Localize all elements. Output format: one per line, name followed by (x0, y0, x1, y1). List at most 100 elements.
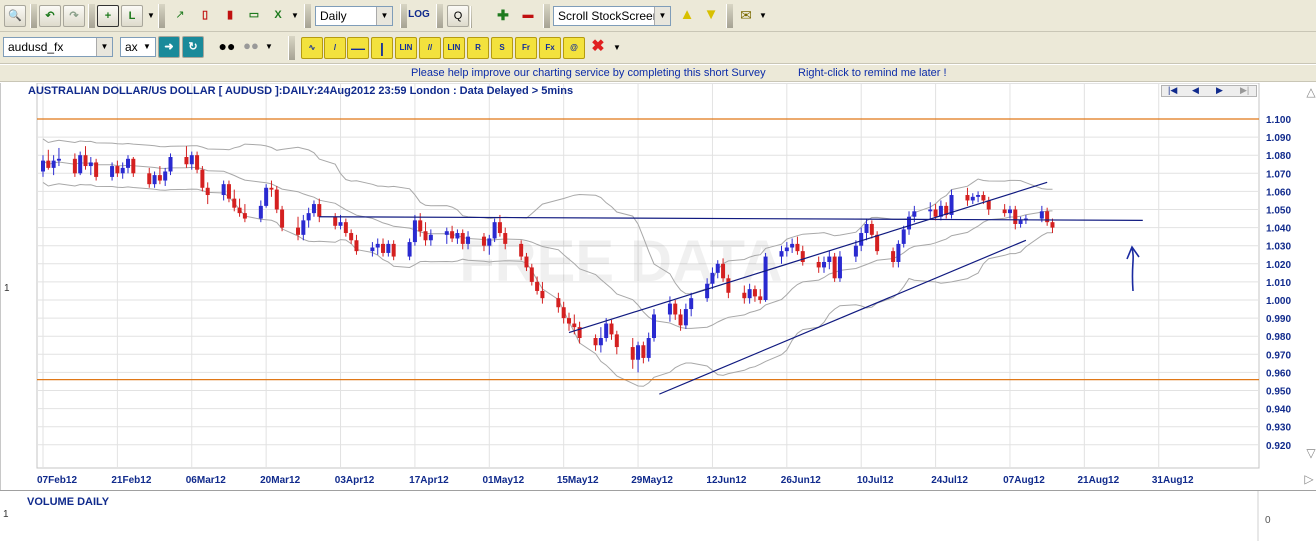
draw-freehand-icon[interactable]: ∿ (301, 37, 323, 59)
volume-panel[interactable]: VOLUME DAILY 1 0 (0, 490, 1316, 541)
candle-body (311, 204, 316, 214)
nav-first-icon[interactable]: |◀ (1168, 85, 1177, 96)
toolbar-grip[interactable] (436, 4, 443, 28)
add-chart-icon[interactable]: ✚ (492, 5, 514, 27)
draw-support-button[interactable]: S (491, 37, 513, 59)
arrow-down-icon[interactable]: ▼ (700, 5, 722, 27)
log-scale-label: LOG (408, 9, 430, 20)
volume-canvas (1257, 491, 1259, 541)
candle-body (317, 204, 322, 217)
draw-trendline-icon[interactable]: / (324, 37, 346, 59)
refresh-icon[interactable]: ↻ (182, 36, 204, 58)
draw-lin-label: LIN (399, 43, 413, 52)
heikin-ashi-icon[interactable]: ▭ (243, 5, 265, 27)
nav-prev-icon[interactable]: ◀ (1192, 85, 1199, 96)
nav-last-icon[interactable]: ▶| (1240, 85, 1249, 96)
line-chart-icon[interactable]: ↗ (169, 5, 191, 27)
candle-body (1050, 222, 1055, 228)
period-select[interactable]: Daily ▼ (315, 6, 393, 26)
survey-banner[interactable]: Please help improve our charting service… (0, 65, 1316, 82)
remove-chart-icon[interactable]: ▬ (517, 5, 539, 27)
candle-body (689, 298, 694, 310)
mail-icon[interactable]: ✉ (735, 5, 757, 27)
layout-dropdown-arrow[interactable]: ▼ (146, 5, 156, 27)
draw-horizontal-line-icon[interactable]: — (347, 37, 369, 59)
crosshair-icon[interactable]: + (97, 5, 119, 27)
candle-body (163, 171, 168, 181)
toolbar-grip[interactable] (400, 4, 407, 28)
svg-text:△: △ (1306, 85, 1316, 99)
candle-body (375, 243, 380, 248)
scroll-mode-value: Scroll StockScreen (558, 9, 660, 23)
chart-type-dropdown-arrow[interactable]: ▼ (290, 5, 300, 27)
zoom-magnifier-icon[interactable]: 🔍 (4, 5, 26, 27)
chart-left-marker: 1 (4, 283, 10, 294)
toolbar-grip[interactable] (726, 4, 733, 28)
x-tick-label: 07Aug12 (1003, 475, 1045, 486)
draw-fibonacci-extension-button[interactable]: Fx (539, 37, 561, 59)
right-scroll-arrows[interactable]: △ ▽ ▷ (1304, 85, 1316, 486)
draw-annotation-icon[interactable]: @ (563, 37, 585, 59)
draw-resistance-button[interactable]: R (467, 37, 489, 59)
toolbar-grip[interactable] (304, 4, 311, 28)
toolbar-grip[interactable] (30, 4, 37, 28)
y-tick-label: 0.960 (1266, 368, 1291, 379)
candle-body (264, 187, 269, 206)
symbol-input[interactable]: audusd_fx ▼ (3, 37, 113, 57)
draw-lin-channel-button[interactable]: LIN (443, 37, 465, 59)
arrow-up-icon[interactable]: ▲ (676, 5, 698, 27)
survey-message-link[interactable]: Please help improve our charting service… (411, 65, 766, 82)
toolbar-grip[interactable] (158, 4, 165, 28)
price-chart-canvas[interactable]: FREE DATA 1.1001.0901.0801.0701.0601.050… (1, 83, 1316, 490)
candlestick-icon[interactable]: ▮ (219, 5, 241, 27)
candle-body (1002, 209, 1007, 214)
candle-body (726, 278, 731, 293)
exchange-select[interactable]: ax ▼ (120, 37, 156, 57)
candle-body (875, 234, 880, 252)
redo-icon[interactable]: ↷ (63, 5, 85, 27)
undo-icon[interactable]: ↶ (39, 5, 61, 27)
draw-fibonacci-retracement-button[interactable]: Fr (515, 37, 537, 59)
toolbar-grip[interactable] (543, 4, 550, 28)
log-scale-button[interactable]: LOG (408, 5, 430, 27)
scroll-mode-select[interactable]: Scroll StockScreen ▼ (553, 6, 671, 26)
delete-drawings-icon[interactable]: ✖ (587, 37, 609, 59)
candle-body (986, 200, 991, 210)
y-tick-label: 0.920 (1266, 441, 1291, 452)
quote-icon[interactable]: Q (447, 5, 469, 27)
price-chart-panel[interactable]: FREE DATA 1.100 1.090 1.080 1.070 1.060 1.050… (0, 83, 1316, 490)
draw-parallel-lines-icon[interactable]: // (419, 37, 441, 59)
x-tick-label: 12Jun12 (706, 475, 746, 486)
candle-body (428, 234, 433, 241)
candle-body (195, 155, 200, 170)
candle-body (832, 256, 837, 279)
candle-body (232, 198, 237, 208)
x-tick-label: 10Jul12 (857, 475, 894, 486)
y-tick-label: 1.010 (1266, 278, 1291, 289)
binoculars-icon[interactable]: ●● (216, 36, 238, 58)
go-arrow-icon[interactable]: ➜ (158, 36, 180, 58)
draw-toolbar-more-arrow[interactable]: ▼ (612, 37, 622, 59)
chevron-down-icon: ▼ (143, 42, 151, 51)
nav-next-icon[interactable]: ▶ (1216, 85, 1223, 96)
point-figure-icon[interactable]: X (267, 5, 289, 27)
x-tick-label: 03Apr12 (335, 475, 375, 486)
candle-body (933, 209, 938, 217)
draw-vertical-line-icon[interactable]: | (371, 37, 393, 59)
toolbar-more-arrow[interactable]: ▼ (758, 5, 768, 27)
trendline[interactable] (319, 216, 1143, 221)
search-dropdown-arrow[interactable]: ▼ (264, 36, 274, 58)
toolbar-grip[interactable] (88, 4, 95, 28)
bar-chart-icon[interactable]: ▯ (194, 5, 216, 27)
candle-body (891, 251, 896, 262)
candle-body (72, 158, 77, 174)
toolbar-grip[interactable] (288, 36, 295, 60)
y-tick-label: 0.970 (1266, 350, 1291, 361)
draw-lin-regression-button[interactable]: LIN (395, 37, 417, 59)
candle-body (561, 307, 566, 319)
chart-navigation-buttons[interactable]: |◀ ◀ ▶ ▶| (1161, 85, 1257, 97)
draw-resistance-label: R (475, 43, 481, 52)
candle-body (381, 243, 386, 253)
layout-icon[interactable]: L (121, 5, 143, 27)
candle-body (221, 184, 226, 196)
